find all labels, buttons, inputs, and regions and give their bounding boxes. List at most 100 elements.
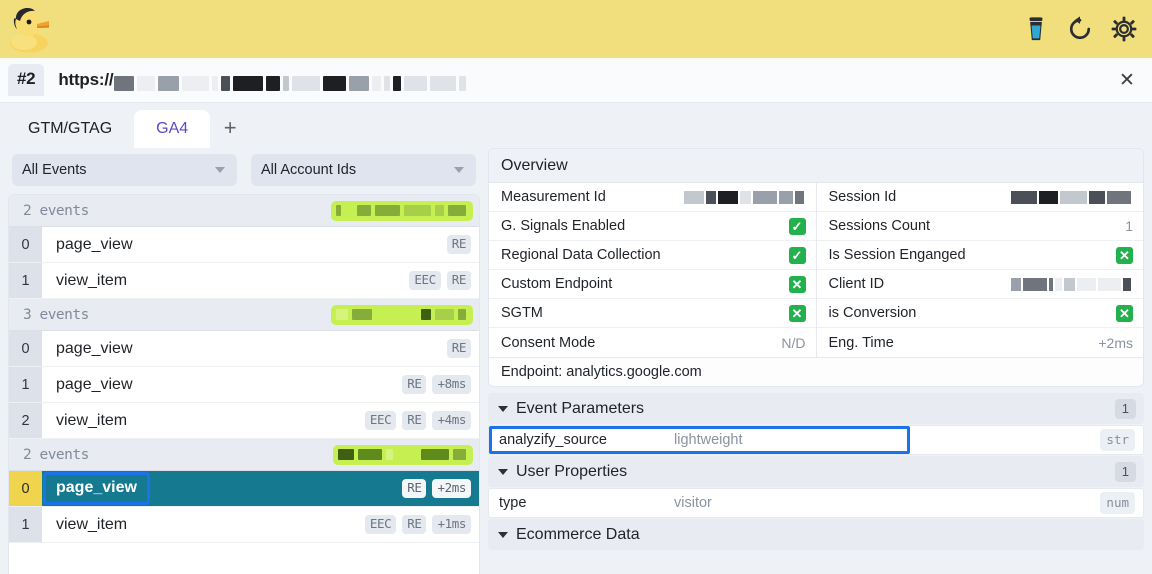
overview-key: Measurement Id [501, 189, 606, 205]
coffee-cup-icon[interactable] [1022, 15, 1050, 43]
event-row-badges: EEC RE +1ms [364, 514, 479, 535]
redacted-value [683, 190, 806, 204]
request-index-badge: #2 [8, 64, 45, 96]
event-row-badges: RE [446, 234, 479, 255]
overview-key: is Conversion [828, 305, 917, 321]
status-badge: RE [446, 338, 471, 359]
detail-sections: Event Parameters 1 analyzify_source lightwe… [488, 393, 1144, 551]
cross-icon: ✕ [788, 275, 806, 293]
event-row[interactable]: 0 page_view RE [9, 331, 479, 367]
overview-card: Overview Measurement Id G. Signals Enable… [488, 148, 1144, 387]
account-filter-select[interactable]: All Account Ids [251, 154, 476, 186]
redacted-url-content [114, 73, 469, 91]
overview-row: is Conversion ✕ [816, 299, 1143, 328]
events-pane: All Events All Account Ids 2 events 0 page… [8, 148, 480, 574]
event-row-index: 2 [9, 403, 42, 438]
add-tab-button[interactable]: + [210, 110, 250, 148]
overview-key: Sessions Count [828, 218, 931, 234]
section-header[interactable]: User Properties 1 [488, 456, 1144, 487]
event-group-header: 2 events [9, 439, 479, 471]
redacted-value [1011, 190, 1133, 204]
cross-icon: ✕ [788, 304, 806, 322]
event-list[interactable]: 2 events 0 page_view RE 1 view_item EEC RE 3 eve… [8, 194, 480, 574]
event-row[interactable]: 0 page_view RE +2ms [9, 471, 479, 507]
endpoint-row: Endpoint: analytics.google.com [489, 357, 1143, 386]
overview-key: Client ID [828, 276, 885, 292]
event-row-name: page_view [43, 472, 150, 505]
status-badge: +8ms [432, 374, 471, 395]
parameter-row[interactable]: type visitor num [488, 488, 1144, 518]
status-badge: RE [446, 234, 471, 255]
overview-key: SGTM [501, 305, 543, 321]
duck-logo [10, 7, 49, 53]
header-actions [1022, 0, 1138, 58]
event-row-name: page_view [56, 375, 133, 393]
event-row-index: 1 [9, 367, 42, 402]
overview-key: Is Session Enganged [828, 247, 966, 263]
tab-gtm-gtag[interactable]: GTM/GTAG [6, 110, 134, 148]
event-row-name: page_view [56, 339, 133, 357]
overview-value: +2ms [1098, 334, 1133, 351]
parameter-value: lightweight [674, 432, 743, 448]
gear-icon[interactable] [1110, 15, 1138, 43]
event-group-count: 2 events [23, 446, 89, 463]
tab-ga4[interactable]: GA4 [134, 110, 211, 148]
event-row[interactable]: 2 view_item EEC RE +4ms [9, 403, 479, 439]
overview-key: Custom Endpoint [501, 276, 613, 292]
event-row[interactable]: 1 view_item EEC RE +1ms [9, 507, 479, 543]
filters-row: All Events All Account Ids [8, 148, 480, 194]
chevron-down-icon [454, 167, 464, 173]
overview-key: G. Signals Enabled [501, 218, 626, 234]
event-row-name: view_item [56, 271, 128, 289]
section-header[interactable]: Ecommerce Data [488, 519, 1144, 550]
status-badge: +2ms [432, 478, 471, 499]
cross-icon: ✕ [1116, 304, 1133, 322]
section-count-badge: 1 [1114, 461, 1136, 482]
account-filter-value: All Account Ids [261, 162, 357, 178]
overview-key: Consent Mode [501, 334, 596, 351]
section-count-badge: 1 [1114, 398, 1136, 419]
event-filter-value: All Events [22, 162, 87, 178]
triangle-down-icon [498, 531, 508, 538]
status-badge: EEC [409, 270, 441, 291]
event-row-name: page_view [56, 235, 133, 253]
event-row-badges: RE +8ms [402, 374, 479, 395]
event-row[interactable]: 1 page_view RE +8ms [9, 367, 479, 403]
section-title: Ecommerce Data [516, 525, 640, 543]
overview-row: G. Signals Enabled ✓ [489, 212, 816, 241]
event-row-badges: RE +2ms [402, 478, 479, 499]
parameter-key: analyzify_source [499, 432, 607, 448]
redacted-domain-chip [331, 304, 473, 325]
overview-value: 1 [1125, 218, 1133, 234]
event-row-badges: EEC RE [409, 270, 479, 291]
redacted-value [1011, 277, 1133, 291]
overview-row: Session Id [816, 183, 1143, 212]
overview-grid: Measurement Id G. Signals Enabled ✓ Regiona… [489, 183, 1143, 357]
section-header[interactable]: Event Parameters 1 [488, 393, 1144, 424]
event-row[interactable]: 1 view_item EEC RE [9, 263, 479, 299]
overview-column-left: Measurement Id G. Signals Enabled ✓ Regiona… [489, 183, 817, 357]
parameter-row[interactable]: analyzify_source lightweight str [488, 425, 1144, 455]
parameter-key: type [499, 495, 527, 511]
triangle-down-icon [498, 468, 508, 475]
overview-row: Regional Data Collection ✓ [489, 241, 816, 270]
event-row-index: 1 [9, 507, 42, 542]
redacted-domain-chip [331, 200, 473, 221]
overview-row: Consent Mode N/D [489, 328, 816, 357]
main-content: All Events All Account Ids 2 events 0 page… [0, 148, 1152, 574]
event-row-index: 0 [9, 471, 42, 506]
status-badge: RE [446, 270, 471, 291]
close-icon[interactable]: ✕ [1112, 65, 1142, 95]
event-row[interactable]: 0 page_view RE [9, 227, 479, 263]
status-badge: RE [402, 410, 427, 431]
parameter-value: visitor [674, 495, 712, 511]
request-url: https:// [58, 70, 469, 91]
app-header [0, 0, 1152, 58]
check-icon: ✓ [788, 217, 806, 235]
details-pane: Overview Measurement Id G. Signals Enable… [488, 148, 1144, 574]
overview-title: Overview [489, 149, 1143, 183]
chevron-down-icon [215, 167, 225, 173]
overview-key: Eng. Time [828, 334, 894, 351]
refresh-icon[interactable] [1066, 15, 1094, 43]
event-filter-select[interactable]: All Events [12, 154, 237, 186]
